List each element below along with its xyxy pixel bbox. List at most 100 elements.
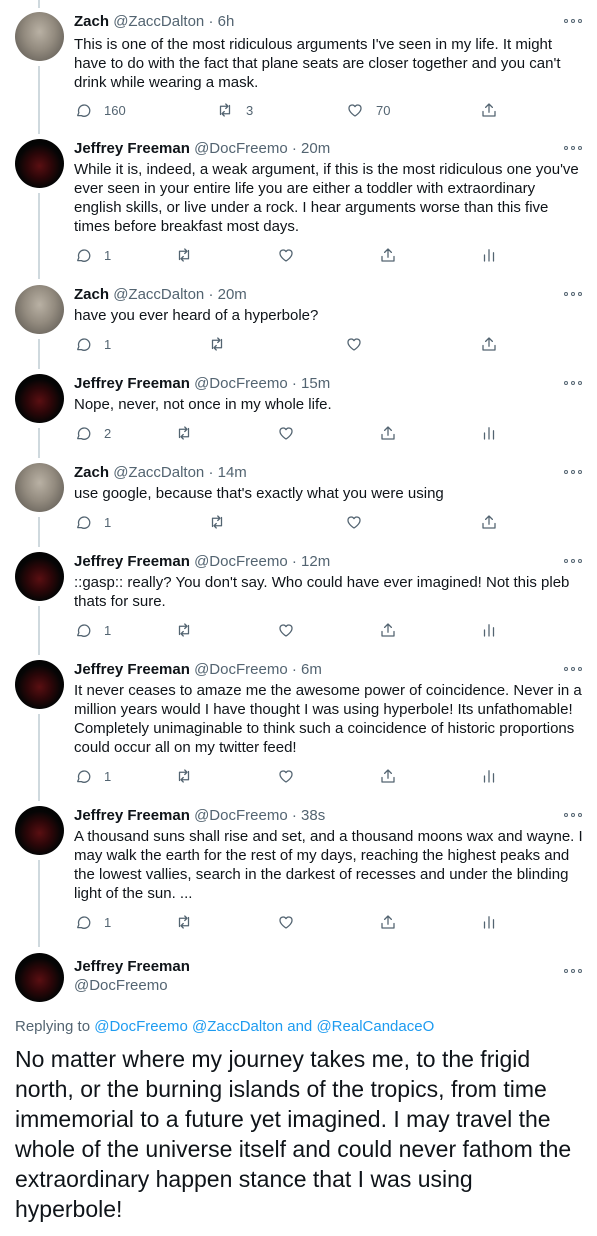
- author-handle[interactable]: @DocFreemo: [194, 375, 288, 392]
- thread-connector: [38, 517, 40, 547]
- avatar[interactable]: [15, 552, 64, 601]
- timestamp[interactable]: 38s: [301, 807, 325, 824]
- author-name[interactable]: Jeffrey Freeman: [74, 553, 190, 570]
- tweet-text: have you ever heard of a hyperbole?: [74, 307, 319, 324]
- author-handle[interactable]: @DocFreemo: [194, 140, 288, 157]
- avatar[interactable]: [15, 463, 64, 512]
- more-icon[interactable]: [564, 141, 582, 155]
- author-handle[interactable]: @DocFreemo: [194, 553, 288, 570]
- tweet-header: Jeffrey Freeman @DocFreemo · 20m: [74, 139, 330, 159]
- like-icon: [279, 916, 293, 929]
- mention-link[interactable]: @DocFreemo: [94, 1018, 188, 1035]
- reply-button[interactable]: 160: [74, 100, 126, 120]
- like-button[interactable]: [277, 245, 295, 265]
- author-handle[interactable]: @DocFreemo: [194, 807, 288, 824]
- share-button[interactable]: [379, 245, 397, 265]
- more-icon[interactable]: [564, 376, 582, 390]
- share-button[interactable]: [379, 620, 397, 640]
- tweet-actions: 160 3 70: [74, 100, 514, 120]
- more-icon[interactable]: [564, 287, 582, 301]
- reply-button[interactable]: 1: [74, 620, 111, 640]
- more-icon[interactable]: [564, 662, 582, 676]
- avatar[interactable]: [15, 660, 64, 709]
- analytics-button[interactable]: [480, 912, 498, 932]
- like-button[interactable]: [277, 912, 295, 932]
- author-handle[interactable]: @ZaccDalton: [113, 13, 204, 30]
- timestamp[interactable]: 12m: [301, 553, 330, 570]
- like-icon: [347, 338, 361, 351]
- like-button[interactable]: [345, 512, 363, 532]
- like-button[interactable]: [277, 766, 295, 786]
- replying-prefix: Replying to: [15, 1018, 91, 1035]
- share-button[interactable]: [379, 912, 397, 932]
- author-name[interactable]: Jeffrey Freeman: [74, 807, 190, 824]
- retweet-button[interactable]: [175, 245, 193, 265]
- avatar[interactable]: [15, 12, 64, 61]
- like-icon: [348, 104, 362, 117]
- timestamp[interactable]: 20m: [218, 286, 247, 303]
- author-handle[interactable]: @ZaccDalton: [113, 464, 204, 481]
- share-button[interactable]: [379, 766, 397, 786]
- timestamp[interactable]: 15m: [301, 375, 330, 392]
- retweet-button[interactable]: [208, 512, 226, 532]
- reply-button[interactable]: 1: [74, 512, 111, 532]
- reply-button[interactable]: 1: [74, 334, 111, 354]
- retweet-button[interactable]: 3: [216, 100, 253, 120]
- retweet-button[interactable]: [175, 423, 193, 443]
- author-handle[interactable]: @ZaccDalton: [113, 286, 204, 303]
- retweet-button[interactable]: [175, 766, 193, 786]
- author-name[interactable]: Jeffrey Freeman: [74, 661, 190, 678]
- retweet-icon: [178, 915, 190, 929]
- like-button[interactable]: 70: [346, 100, 390, 120]
- reply-button[interactable]: 1: [74, 912, 111, 932]
- author-name[interactable]: Zach: [74, 286, 109, 303]
- analytics-button[interactable]: [480, 245, 498, 265]
- like-count: 70: [376, 102, 391, 118]
- more-icon[interactable]: [564, 554, 582, 568]
- reply-button[interactable]: 1: [74, 766, 111, 786]
- mention-link[interactable]: @RealCandaceO: [316, 1018, 434, 1035]
- author-name[interactable]: Zach: [74, 13, 109, 30]
- reply-count: 1: [104, 914, 112, 930]
- avatar[interactable]: [15, 806, 64, 855]
- reply-button[interactable]: 1: [74, 245, 111, 265]
- timestamp[interactable]: 20m: [301, 140, 330, 157]
- tweet-text: This is one of the most ridiculous argum…: [74, 36, 561, 91]
- more-icon[interactable]: [564, 14, 582, 28]
- mention-link[interactable]: @ZaccDalton: [192, 1018, 283, 1035]
- author-handle[interactable]: @DocFreemo: [194, 661, 288, 678]
- more-icon[interactable]: [564, 808, 582, 822]
- retweet-button[interactable]: [208, 334, 226, 354]
- tweet-header: Zach @ZaccDalton · 14m: [74, 463, 247, 483]
- timestamp[interactable]: 6m: [301, 661, 322, 678]
- share-button[interactable]: [480, 334, 498, 354]
- share-button[interactable]: [480, 512, 498, 532]
- author-name[interactable]: Jeffrey Freeman: [74, 140, 190, 157]
- analytics-button[interactable]: [480, 766, 498, 786]
- timestamp[interactable]: 6h: [218, 13, 235, 30]
- author-name[interactable]: Jeffrey Freeman: [74, 957, 190, 977]
- retweet-button[interactable]: [175, 620, 193, 640]
- avatar[interactable]: [15, 139, 64, 188]
- analytics-button[interactable]: [480, 620, 498, 640]
- reply-button[interactable]: 2: [74, 423, 111, 443]
- like-button[interactable]: [345, 334, 363, 354]
- more-icon[interactable]: [564, 964, 582, 978]
- more-icon[interactable]: [564, 465, 582, 479]
- avatar[interactable]: [15, 285, 64, 334]
- avatar[interactable]: [15, 374, 64, 423]
- author-handle[interactable]: @DocFreemo: [74, 976, 168, 996]
- like-button[interactable]: [277, 423, 295, 443]
- timestamp[interactable]: 14m: [218, 464, 247, 481]
- share-button[interactable]: [480, 100, 498, 120]
- tweet-header: Jeffrey Freeman @DocFreemo · 6m: [74, 660, 322, 680]
- tweet-text: Nope, never, not once in my whole life.: [74, 396, 332, 413]
- share-button[interactable]: [379, 423, 397, 443]
- like-button[interactable]: [277, 620, 295, 640]
- analytics-button[interactable]: [480, 423, 498, 443]
- retweet-button[interactable]: [175, 912, 193, 932]
- author-name[interactable]: Zach: [74, 464, 109, 481]
- author-name[interactable]: Jeffrey Freeman: [74, 375, 190, 392]
- analytics-icon: [483, 916, 495, 929]
- avatar[interactable]: [15, 953, 64, 1002]
